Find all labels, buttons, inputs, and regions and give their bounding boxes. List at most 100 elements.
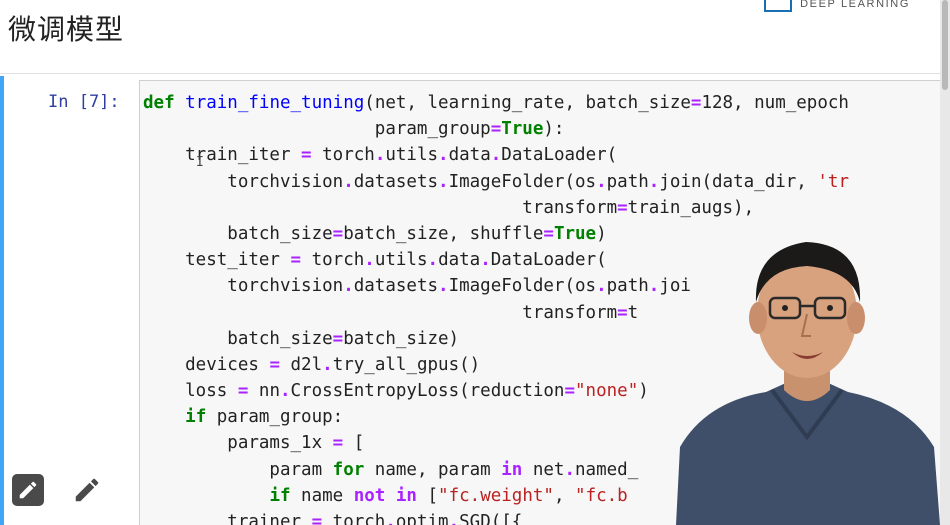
header-divider — [0, 73, 940, 74]
code-token: t — [627, 302, 639, 323]
code-token: torch — [322, 512, 386, 525]
presenter-video — [676, 232, 940, 525]
code-token: join(data_dir, — [659, 171, 818, 192]
code-token: utils — [374, 250, 428, 271]
code-token: name — [290, 485, 354, 506]
page-title: 微调模型 — [8, 13, 125, 46]
edit-button-outline[interactable] — [71, 474, 103, 506]
code-token: loss — [143, 381, 238, 402]
code-token: . — [364, 250, 375, 271]
code-token: utils — [385, 145, 439, 166]
code-token: SGD([{ — [459, 512, 523, 525]
code-token: name, param — [364, 459, 502, 480]
brand-logo: DEEP LEARNING — [764, 0, 910, 14]
code-token: = — [617, 302, 628, 323]
presenter-figure — [676, 242, 940, 525]
brand-text: DEEP LEARNING — [800, 0, 910, 10]
code-token: . — [596, 171, 607, 192]
code-token: = — [617, 197, 628, 218]
code-token: datasets — [353, 276, 439, 297]
code-token: . — [490, 145, 502, 166]
code-token: DataLoader( — [490, 250, 607, 271]
code-token: train_iter — [143, 145, 302, 166]
code-line: transform=train_augs), — [143, 195, 849, 221]
code-token: . — [648, 171, 660, 192]
code-line: def train_fine_tuning(net, learning_rate… — [143, 90, 849, 116]
code-token: [ — [416, 485, 439, 506]
code-line: train_iter = torch.utils.data.DataLoader… — [143, 142, 849, 168]
code-token: 128, num_epoch — [701, 93, 849, 113]
code-token: datasets — [353, 171, 439, 192]
cell-selection-bar — [0, 76, 4, 525]
code-token: params_1x — [143, 433, 333, 454]
code-token: param — [143, 459, 333, 480]
code-token: DataLoader( — [501, 145, 618, 166]
code-token: = — [690, 93, 702, 113]
code-token: . — [343, 276, 354, 297]
code-token: train_fine_tuning — [185, 93, 365, 113]
scroll-thumb[interactable] — [942, 0, 948, 90]
edit-button-filled[interactable] — [12, 474, 44, 506]
code-token: = — [290, 250, 302, 271]
code-token: = — [543, 223, 554, 244]
code-token: . — [279, 381, 291, 402]
code-token: = — [237, 381, 249, 402]
code-token: torch — [311, 145, 375, 166]
code-token: [ — [343, 433, 365, 454]
code-token: . — [438, 145, 449, 166]
code-token: . — [480, 250, 491, 271]
code-line: torchvision.datasets.ImageFolder(os.path… — [143, 169, 849, 195]
code-token: not — [353, 485, 386, 506]
scrollbar[interactable] — [940, 0, 950, 525]
code-token: (net, learning_rate, batch_size — [364, 93, 691, 113]
text-cursor: I — [196, 155, 204, 170]
code-token: = — [332, 433, 344, 454]
cell-prompt: In [7]: — [48, 92, 120, 112]
code-token: test_iter — [143, 250, 291, 271]
code-token: torchvision — [143, 276, 344, 297]
code-token: path — [606, 171, 649, 192]
code-line: param_group=True): — [143, 116, 849, 142]
code-token: param_group — [143, 119, 491, 140]
code-token: for — [332, 459, 365, 480]
code-token: optim — [395, 512, 449, 525]
code-token: . — [648, 276, 660, 297]
code-token: ) — [596, 223, 607, 244]
code-token: ): — [543, 119, 565, 140]
code-token: "none" — [575, 381, 639, 402]
code-token: in — [395, 485, 417, 506]
code-token: net — [522, 459, 565, 480]
code-token: d2l — [279, 354, 323, 375]
code-token: data — [438, 250, 481, 271]
code-token: ImageFolder(os — [448, 276, 597, 297]
code-token: devices — [143, 354, 270, 375]
code-token: path — [606, 276, 649, 297]
code-token: trainer — [143, 512, 312, 525]
code-token: True — [553, 223, 597, 244]
code-token: named_ — [575, 459, 639, 480]
code-token: batch_size — [143, 328, 333, 349]
code-token: transform — [143, 302, 618, 323]
code-token: ImageFolder(os — [448, 171, 597, 192]
code-token: . — [438, 171, 449, 192]
code-token: torchvision — [143, 171, 344, 192]
code-token: def — [143, 93, 175, 113]
code-token: batch_size, shuffle — [343, 223, 544, 244]
code-token: = — [332, 328, 344, 349]
code-token: = — [311, 512, 323, 525]
code-token: torch — [301, 250, 365, 271]
code-token: if — [269, 485, 291, 506]
code-token: try_all_gpus() — [332, 354, 481, 375]
code-token: , — [553, 485, 576, 506]
code-token: = — [490, 119, 502, 140]
code-token: . — [596, 276, 607, 297]
code-token: = — [332, 223, 344, 244]
code-token: batch_size) — [343, 328, 460, 349]
pencil-icon — [19, 481, 37, 499]
code-token: . — [438, 276, 449, 297]
code-token: . — [322, 354, 333, 375]
code-token: batch_size — [143, 223, 333, 244]
